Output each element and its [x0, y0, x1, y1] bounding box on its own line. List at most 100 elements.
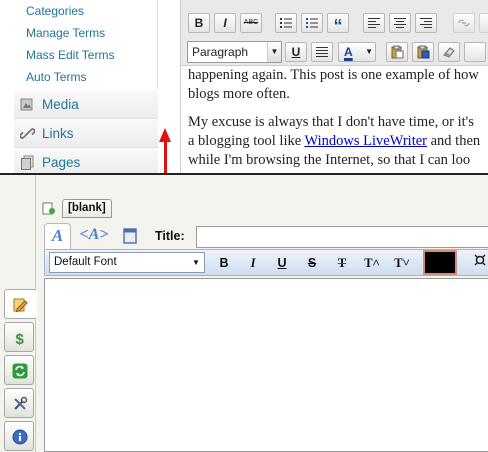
preview-icon	[123, 228, 137, 244]
admin-gutter	[158, 0, 178, 173]
menu-label-links: Links	[42, 126, 74, 141]
align-center-button[interactable]	[389, 13, 411, 33]
special-symbol-icon	[474, 254, 486, 266]
numbered-list-button[interactable]	[301, 13, 323, 33]
tab-rich-text[interactable]: A	[44, 223, 71, 249]
post-content-area[interactable]: happening again. This post is one exampl…	[180, 66, 488, 173]
more-options-button[interactable]	[469, 253, 488, 273]
submenu-item-categories[interactable]: Categories	[26, 4, 84, 18]
sync-icon	[12, 363, 28, 379]
numbered-list-icon	[306, 18, 318, 28]
menu-item-links[interactable]: Links	[14, 119, 158, 148]
document-tab-label: [blank]	[62, 199, 112, 218]
document-tab[interactable]: [blank]	[42, 199, 122, 218]
posts-submenu: Categories Manage Terms Mass Edit Terms …	[14, 0, 158, 89]
align-left-icon	[368, 18, 380, 28]
blog-editor-tool: $ [blank] A <A> Title: Default Font ▼ B …	[0, 175, 488, 452]
strikethrough-button[interactable]: ABC	[240, 13, 262, 33]
text-color-swatch[interactable]	[423, 250, 457, 275]
insert-link-button[interactable]	[453, 13, 475, 33]
post-editor-toolbar: B I ABC “ Paragraph ▼ U A ▼	[180, 0, 488, 66]
post-body-editor[interactable]	[44, 278, 488, 452]
dollar-icon: $	[16, 331, 25, 346]
align-left-button[interactable]	[363, 13, 385, 33]
bold-button[interactable]: B	[188, 13, 210, 33]
text-color-button[interactable]: A ▼	[338, 42, 376, 62]
content-text: and then	[426, 133, 481, 149]
link-icon	[458, 19, 470, 27]
content-line: a blogging tool like Windows LiveWriter …	[188, 132, 488, 151]
content-line: blogs more often.	[188, 86, 290, 102]
up-arrow-shaft	[164, 140, 167, 173]
side-tab-compose[interactable]	[4, 289, 37, 319]
underline-button[interactable]: U	[271, 253, 293, 273]
paste-word-icon	[417, 45, 430, 59]
svg-text:$: $	[16, 331, 25, 346]
align-center-icon	[394, 18, 406, 28]
justify-icon	[316, 47, 328, 57]
media-icon	[20, 98, 33, 111]
grow-font-button[interactable]: T˄	[361, 253, 383, 273]
links-icon	[20, 128, 35, 139]
menu-label-pages: Pages	[42, 155, 81, 170]
text-color-label: A	[344, 45, 353, 59]
chevron-down-icon: ▼	[267, 42, 281, 62]
up-arrow-icon	[159, 128, 171, 142]
side-tab-info[interactable]	[4, 421, 34, 451]
content-line: happening again. This post is one exampl…	[188, 67, 479, 83]
submenu-item-manage-terms[interactable]: Manage Terms	[26, 26, 105, 40]
submenu-item-auto-terms[interactable]: Auto Terms	[26, 70, 86, 84]
unlink-button[interactable]	[479, 13, 488, 33]
compose-icon	[13, 298, 28, 313]
admin-left-edge	[0, 0, 14, 173]
side-tab-tools[interactable]	[4, 388, 34, 418]
blockquote-button[interactable]: “	[327, 13, 349, 36]
chevron-down-icon: ▼	[365, 47, 373, 56]
formatting-toolbar: Default Font ▼ B I U S T T˄ T˅	[44, 249, 488, 276]
windows-livewriter-link[interactable]: Windows LiveWriter	[305, 133, 427, 149]
font-select[interactable]: Default Font ▼	[49, 252, 205, 273]
paragraph-spacer	[188, 104, 488, 113]
tools-icon	[14, 396, 28, 410]
menu-label-media: Media	[42, 97, 79, 112]
italic-button[interactable]: I	[214, 13, 236, 33]
new-page-icon	[42, 202, 55, 215]
strikethrough-button[interactable]: S	[301, 253, 323, 273]
eraser-icon	[443, 47, 455, 58]
bullet-list-button[interactable]	[275, 13, 297, 33]
shrink-font-button[interactable]: T˅	[391, 253, 413, 273]
remove-format-button[interactable]	[438, 42, 460, 62]
paste-icon	[391, 45, 404, 59]
view-mode-tabs: A <A>	[44, 223, 148, 249]
bullet-list-icon	[280, 18, 292, 28]
tab-preview[interactable]	[118, 223, 142, 249]
paste-word-button[interactable]	[412, 42, 434, 62]
wordpress-admin-panel: Categories Manage Terms Mass Edit Terms …	[0, 0, 488, 173]
info-icon	[12, 429, 28, 445]
tab-html-view[interactable]: <A>	[74, 223, 114, 249]
side-tab-sync[interactable]	[4, 355, 34, 385]
bold-button[interactable]: B	[213, 253, 235, 273]
menu-item-pages[interactable]: Pages	[14, 148, 158, 173]
paste-text-button[interactable]	[386, 42, 408, 62]
format-select-value: Paragraph	[192, 45, 249, 59]
content-line: My excuse is always that I don't have ti…	[188, 114, 474, 130]
title-label: Title:	[155, 229, 185, 243]
title-input[interactable]	[196, 226, 488, 248]
content-text: a blogging tool like	[188, 133, 305, 149]
content-line: while I'm browsing the Internet, so that…	[188, 152, 471, 168]
side-tab-money[interactable]: $	[4, 322, 34, 352]
italic-button[interactable]: I	[242, 253, 264, 273]
submenu-item-mass-edit-terms[interactable]: Mass Edit Terms	[26, 48, 114, 62]
side-tab-bar: $	[0, 175, 37, 452]
align-right-button[interactable]	[415, 13, 437, 33]
justify-button[interactable]	[311, 42, 333, 62]
format-select[interactable]: Paragraph ▼	[187, 41, 282, 63]
pages-icon	[21, 155, 34, 170]
clear-formatting-button[interactable]: T	[331, 253, 353, 273]
menu-item-media[interactable]: Media	[14, 90, 158, 119]
special-char-button[interactable]	[464, 42, 486, 62]
chevron-down-icon: ▼	[192, 258, 200, 267]
underline-button[interactable]: U	[285, 42, 307, 62]
align-right-icon	[420, 18, 432, 28]
